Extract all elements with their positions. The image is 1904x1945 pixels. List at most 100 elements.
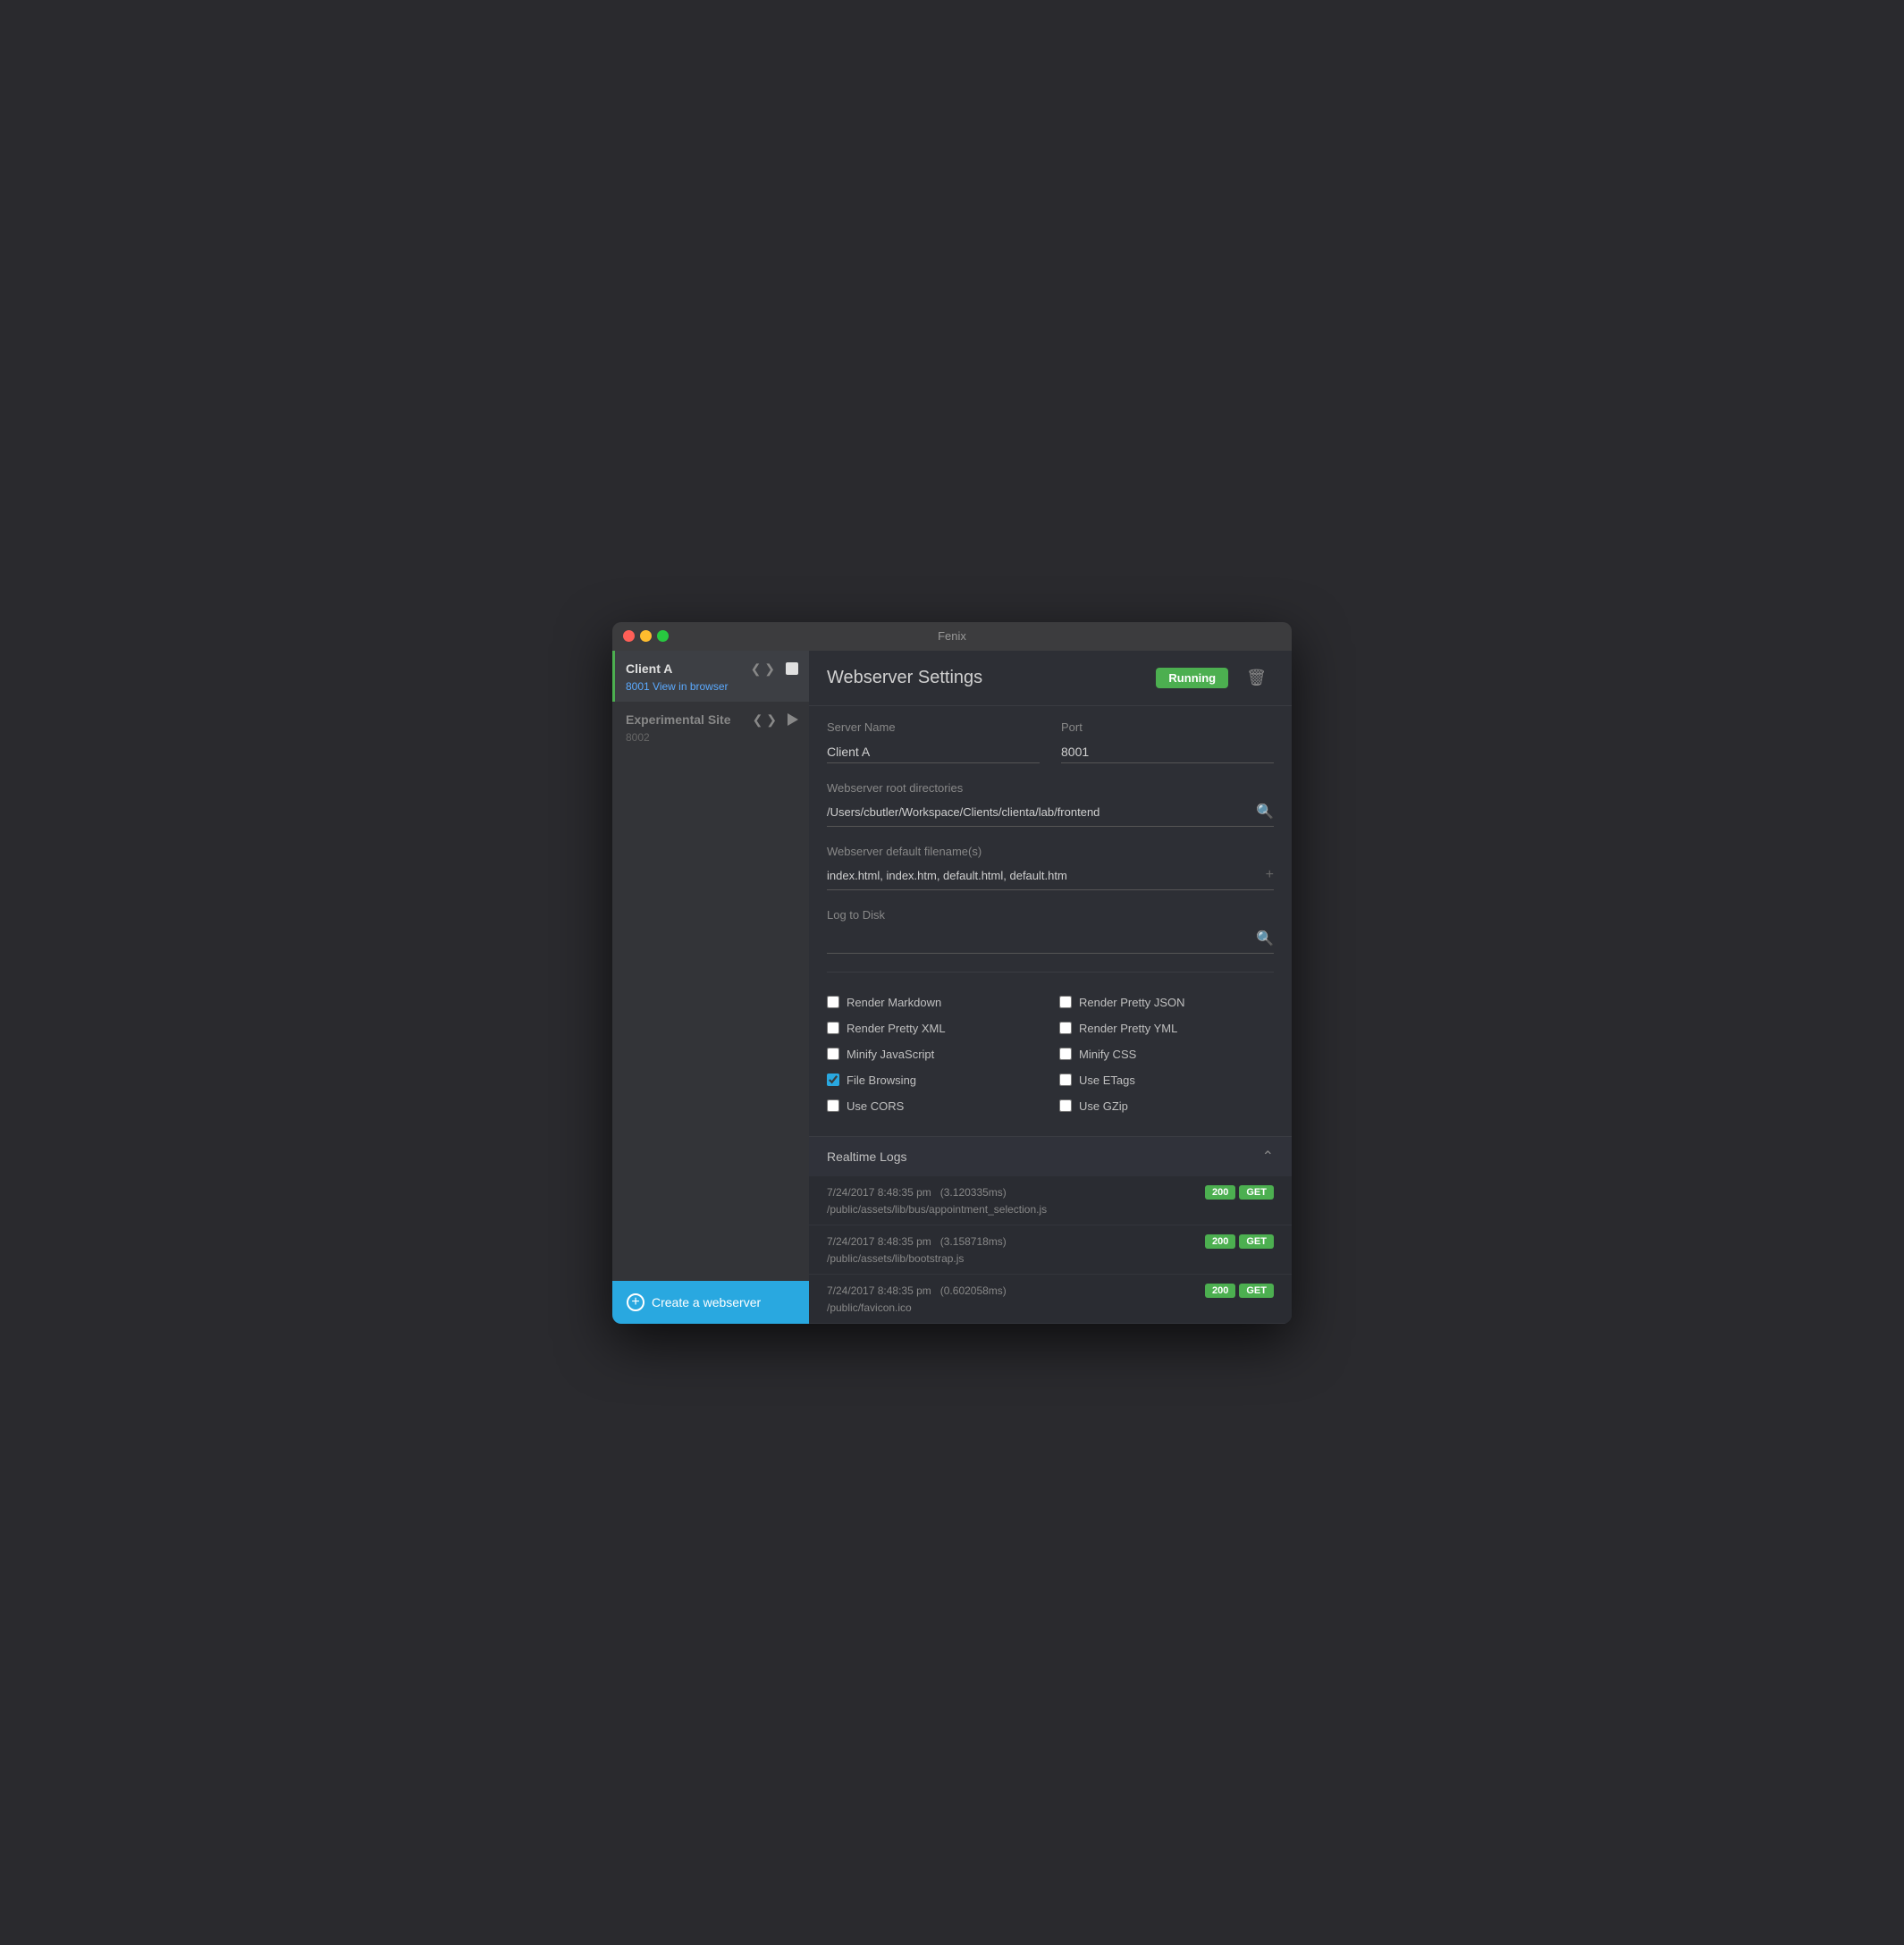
- server-name-input[interactable]: [827, 741, 1040, 763]
- log-top-row: 7/24/2017 8:48:35 pm (3.120335ms) 200 GE…: [827, 1185, 1274, 1200]
- checkbox-item-use_gzip[interactable]: Use GZip: [1059, 1099, 1274, 1113]
- name-port-row: Server Name Port: [827, 720, 1274, 763]
- method-badge: GET: [1239, 1234, 1274, 1249]
- settings-title: Webserver Settings: [827, 668, 1145, 688]
- delete-server-button[interactable]: 🗑: [1239, 665, 1274, 691]
- default-filenames-label: Webserver default filename(s): [827, 845, 1274, 858]
- root-dir-group: Webserver root directories 🔍: [827, 781, 1274, 827]
- log-badges: 200 GET: [1205, 1185, 1274, 1200]
- checkbox-item-file_browsing[interactable]: File Browsing: [827, 1074, 1041, 1087]
- checkbox-label-render_markdown: Render Markdown: [847, 996, 941, 1009]
- titlebar: Fenix: [612, 622, 1292, 651]
- checkbox-label-use_cors: Use CORS: [847, 1099, 904, 1113]
- sidebar-icons-active: ❮ ❯: [747, 660, 798, 678]
- share-button-exp[interactable]: ❮ ❯: [749, 711, 780, 729]
- sidebar-item-experimental[interactable]: Experimental Site ❮ ❯ 8002: [612, 702, 809, 753]
- checkbox-render_pretty_xml[interactable]: [827, 1022, 839, 1034]
- checkbox-render_markdown[interactable]: [827, 996, 839, 1008]
- log-path: /public/assets/lib/bus/appointment_selec…: [827, 1203, 1274, 1216]
- default-filenames-input[interactable]: [827, 865, 1266, 886]
- sidebar-item-name-active: Client A: [626, 661, 672, 676]
- checkbox-label-use_etags: Use ETags: [1079, 1074, 1135, 1087]
- status-badge: 200: [1205, 1185, 1235, 1200]
- server-name-field: Server Name: [827, 720, 1040, 763]
- create-webserver-button[interactable]: + Create a webserver: [612, 1281, 809, 1324]
- checkbox-render_pretty_yml[interactable]: [1059, 1022, 1072, 1034]
- checkbox-label-minify_css: Minify CSS: [1079, 1048, 1136, 1061]
- log-to-disk-label: Log to Disk: [827, 908, 1274, 922]
- log-to-disk-field: 🔍: [827, 929, 1274, 954]
- checkbox-label-minify_javascript: Minify JavaScript: [847, 1048, 934, 1061]
- log-timestamp: 7/24/2017 8:48:35 pm (3.120335ms): [827, 1186, 1007, 1199]
- logs-title: Realtime Logs: [827, 1149, 907, 1164]
- port-field: Port: [1061, 720, 1274, 763]
- plus-circle-icon: +: [627, 1293, 644, 1311]
- checkbox-render_pretty_json[interactable]: [1059, 996, 1072, 1008]
- log-timestamp: 7/24/2017 8:48:35 pm (3.158718ms): [827, 1235, 1007, 1248]
- sidebar-spacer: [612, 753, 809, 1281]
- checkbox-use_cors[interactable]: [827, 1099, 839, 1112]
- right-panel: Webserver Settings Running 🗑 Server Name…: [809, 651, 1292, 1324]
- root-dir-label: Webserver root directories: [827, 781, 1274, 795]
- collapse-logs-icon[interactable]: ⌃: [1262, 1148, 1274, 1166]
- checkbox-item-minify_css[interactable]: Minify CSS: [1059, 1048, 1274, 1061]
- checkbox-item-render_pretty_xml[interactable]: Render Pretty XML: [827, 1022, 1041, 1035]
- log-search-icon[interactable]: 🔍: [1256, 930, 1274, 947]
- server-name-label: Server Name: [827, 720, 1040, 734]
- log-entry: 7/24/2017 8:48:35 pm (0.602058ms) 200 GE…: [809, 1275, 1292, 1324]
- log-path: /public/favicon.ico: [827, 1301, 1274, 1314]
- running-badge: Running: [1156, 668, 1228, 688]
- checkbox-minify_javascript[interactable]: [827, 1048, 839, 1060]
- checkbox-label-render_pretty_yml: Render Pretty YML: [1079, 1022, 1177, 1035]
- log-top-row: 7/24/2017 8:48:35 pm (3.158718ms) 200 GE…: [827, 1234, 1274, 1249]
- add-filename-icon[interactable]: +: [1266, 867, 1274, 883]
- checkbox-label-use_gzip: Use GZip: [1079, 1099, 1128, 1113]
- sidebar-item-name-exp: Experimental Site: [626, 712, 731, 727]
- port-label: Port: [1061, 720, 1274, 734]
- log-entry: 7/24/2017 8:48:35 pm (3.120335ms) 200 GE…: [809, 1176, 1292, 1225]
- sidebar-item-port-exp: 8002: [626, 731, 798, 744]
- checkbox-use_gzip[interactable]: [1059, 1099, 1072, 1112]
- minimize-button[interactable]: [640, 630, 652, 642]
- checkboxes-grid: Render Markdown Render Pretty JSON Render …: [827, 987, 1274, 1122]
- app-window: Fenix Client A ❮ ❯ 8001 View in browser …: [612, 622, 1292, 1324]
- status-badge: 200: [1205, 1284, 1235, 1298]
- checkbox-label-render_pretty_json: Render Pretty JSON: [1079, 996, 1185, 1009]
- close-button[interactable]: [623, 630, 635, 642]
- sidebar: Client A ❮ ❯ 8001 View in browser Experi…: [612, 651, 809, 1324]
- log-timestamp: 7/24/2017 8:48:35 pm (0.602058ms): [827, 1284, 1007, 1297]
- logs-section: Realtime Logs ⌃ 7/24/2017 8:48:35 pm (3.…: [809, 1136, 1292, 1324]
- checkbox-item-render_markdown[interactable]: Render Markdown: [827, 996, 1041, 1009]
- log-to-disk-group: Log to Disk 🔍: [827, 908, 1274, 954]
- port-input[interactable]: [1061, 741, 1274, 763]
- checkbox-minify_css[interactable]: [1059, 1048, 1072, 1060]
- log-to-disk-input[interactable]: [827, 929, 1256, 949]
- checkbox-label-render_pretty_xml: Render Pretty XML: [847, 1022, 946, 1035]
- logs-header[interactable]: Realtime Logs ⌃: [809, 1137, 1292, 1176]
- stop-button-active[interactable]: [786, 662, 798, 675]
- checkbox-file_browsing[interactable]: [827, 1074, 839, 1086]
- sidebar-item-port-active[interactable]: 8001 View in browser: [626, 680, 798, 693]
- play-button-exp[interactable]: [788, 713, 798, 726]
- main-content: Client A ❮ ❯ 8001 View in browser Experi…: [612, 651, 1292, 1324]
- checkbox-item-minify_javascript[interactable]: Minify JavaScript: [827, 1048, 1041, 1061]
- method-badge: GET: [1239, 1284, 1274, 1298]
- window-title: Fenix: [938, 629, 966, 643]
- share-button-active[interactable]: ❮ ❯: [747, 660, 779, 678]
- sidebar-item-client-a[interactable]: Client A ❮ ❯ 8001 View in browser: [612, 651, 809, 702]
- checkbox-item-render_pretty_yml[interactable]: Render Pretty YML: [1059, 1022, 1274, 1035]
- checkbox-use_etags[interactable]: [1059, 1074, 1072, 1086]
- checkbox-item-use_etags[interactable]: Use ETags: [1059, 1074, 1274, 1087]
- create-webserver-label: Create a webserver: [652, 1295, 761, 1309]
- log-entry: 7/24/2017 8:48:35 pm (3.158718ms) 200 GE…: [809, 1225, 1292, 1275]
- checkbox-item-render_pretty_json[interactable]: Render Pretty JSON: [1059, 996, 1274, 1009]
- log-top-row: 7/24/2017 8:48:35 pm (0.602058ms) 200 GE…: [827, 1284, 1274, 1298]
- settings-header: Webserver Settings Running 🗑: [809, 651, 1292, 706]
- root-dir-input[interactable]: [827, 802, 1256, 822]
- search-icon[interactable]: 🔍: [1256, 803, 1274, 821]
- default-filenames-group: Webserver default filename(s) +: [827, 845, 1274, 890]
- log-badges: 200 GET: [1205, 1284, 1274, 1298]
- checkbox-item-use_cors[interactable]: Use CORS: [827, 1099, 1041, 1113]
- maximize-button[interactable]: [657, 630, 669, 642]
- default-filenames-field: +: [827, 865, 1274, 890]
